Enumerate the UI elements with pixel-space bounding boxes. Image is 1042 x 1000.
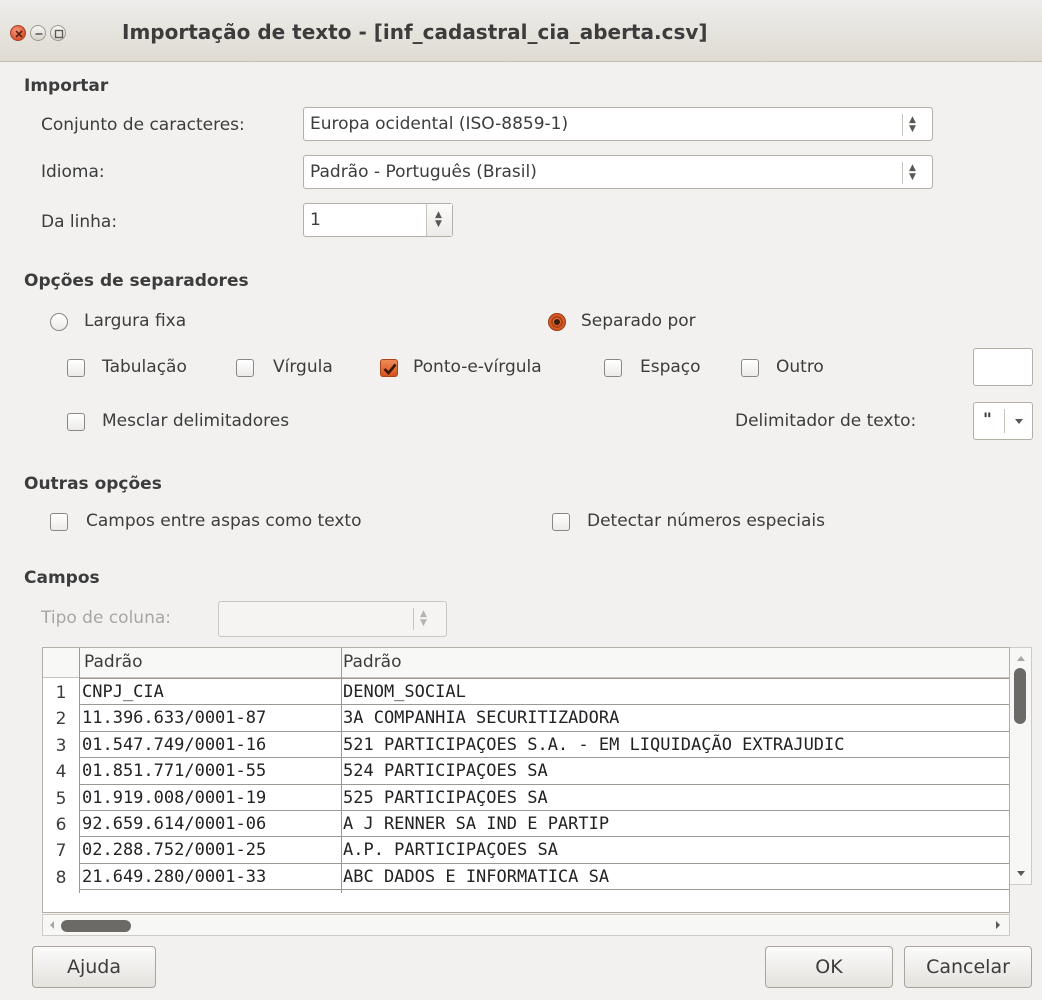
cell-denom-social: DENOM_SOCIAL [343,682,466,702]
cell-cnpj: 01.919.008/0001-19 [82,787,267,808]
window-title: Importação de texto - [inf_cadastral_cia… [122,20,708,44]
quoted-as-text-checkbox[interactable] [50,513,68,531]
comma-checkbox[interactable] [236,359,254,377]
title-bar: Importação de texto - [inf_cadastral_cia… [0,0,1042,62]
other-options-section-title: Outras opções [24,474,162,494]
row-number: 7 [55,841,67,862]
text-delimiter-dropdown-icon[interactable] [1004,409,1032,433]
cell-denom-social: 525 PARTICIPAÇOES SA [343,787,548,808]
cell-cnpj: CNPJ_CIA [82,682,164,702]
cancel-button[interactable]: Cancelar [904,946,1032,988]
from-row-value: 1 [310,210,321,230]
grid-header [43,648,1009,678]
other-separator-input[interactable] [973,348,1033,386]
minimize-window-icon[interactable] [30,25,46,41]
semicolon-label[interactable]: Ponto-e-vírgula [413,357,542,377]
other-label[interactable]: Outro [776,357,824,377]
fixed-width-label[interactable]: Largura fixa [84,311,186,331]
cell-denom-social: A J RENNER SA IND E PARTIP [343,814,610,834]
row-number: 1 [55,683,67,703]
grid-separator [79,889,1009,891]
cell-denom-social: 521 PARTICIPAÇOES S.A. - EM LIQUIDAÇÃO E… [343,734,845,755]
space-checkbox[interactable] [604,359,622,377]
semicolon-checkbox[interactable] [380,359,398,377]
comma-label[interactable]: Vírgula [273,357,333,377]
other-checkbox[interactable] [741,359,759,377]
table-row[interactable]: 1 CNPJ_CIA DENOM_SOCIAL [43,679,1009,706]
language-label: Idioma: [41,162,105,182]
charset-value: Europa ocidental (ISO-8859-1) [310,114,569,134]
charset-label: Conjunto de caracteres: [41,115,245,135]
vertical-scroll-thumb[interactable] [1014,668,1026,724]
detect-special-numbers-checkbox[interactable] [552,513,570,531]
row-number: 3 [55,735,67,756]
horizontal-scroll-thumb[interactable] [61,920,131,932]
close-window-icon[interactable] [10,25,26,41]
table-row[interactable]: 3 01.547.749/0001-16 521 PARTICIPAÇOES S.A… [43,732,1009,759]
cell-cnpj: 21.649.280/0001-33 [82,866,267,887]
column-2-header[interactable]: Padrão [343,652,402,672]
separator-section-title: Opções de separadores [24,271,249,291]
language-dropdown-icon[interactable]: ▲ ▼ [902,162,922,184]
cell-denom-social: ABC DADOS E INFORMATICA SA [343,866,610,887]
column-1-header[interactable]: Padrão [84,652,143,672]
column-type-dropdown-icon[interactable]: ▲ ▼ [413,608,433,630]
ok-button[interactable]: OK [765,946,893,988]
tab-label[interactable]: Tabulação [102,357,187,377]
charset-combo[interactable]: Europa ocidental (ISO-8859-1) ▲ ▼ [303,107,933,141]
separated-by-radio[interactable] [548,313,566,331]
cell-denom-social: 3A COMPANHIA SECURITIZADORA [343,708,620,729]
merge-delimiters-checkbox[interactable] [67,413,85,431]
merge-delimiters-label[interactable]: Mesclar delimitadores [102,411,289,431]
from-row-spinbox[interactable]: 1 ▲ ▼ [303,203,453,237]
cell-denom-social: A.P. PARTICIPAÇOES SA [343,840,558,861]
table-row[interactable]: 5 01.919.008/0001-19 525 PARTICIPAÇOES SA [43,785,1009,811]
maximize-window-icon[interactable] [50,25,66,41]
row-number: 8 [55,867,67,888]
language-value: Padrão - Português (Brasil) [310,162,537,182]
cell-cnpj: 01.547.749/0001-16 [82,734,267,755]
preview-grid[interactable]: Padrão Padrão 1 CNPJ_CIA DENOM_SOCIAL 2 11.3… [42,647,1010,913]
scroll-up-icon[interactable] [1010,650,1032,666]
table-row[interactable]: 4 01.851.771/0001-55 524 PARTICIPAÇOES SA [43,758,1009,785]
fields-section-title: Campos [24,568,100,588]
column-type-combo[interactable]: ▲ ▼ [218,601,447,637]
table-row[interactable]: 2 11.396.633/0001-87 3A COMPANHIA SECURITI… [43,705,1009,732]
table-row[interactable]: 6 92.659.614/0001-06 A J RENNER SA IND E P… [43,811,1009,838]
cell-cnpj: 92.659.614/0001-06 [82,814,267,834]
scroll-down-icon[interactable] [1010,866,1032,882]
row-number: 5 [55,788,67,809]
vertical-scrollbar[interactable] [1010,647,1032,885]
cell-cnpj: 01.851.771/0001-55 [82,761,267,782]
scroll-left-icon[interactable] [45,915,59,935]
cell-cnpj: 02.288.752/0001-25 [82,840,267,861]
row-number: 4 [55,762,67,783]
quoted-as-text-label[interactable]: Campos entre aspas como texto [86,511,362,531]
cell-denom-social: 524 PARTICIPAÇOES SA [343,761,548,782]
from-row-stepper-icon[interactable]: ▲ ▼ [426,204,452,236]
detect-special-numbers-label[interactable]: Detectar números especiais [587,511,825,531]
cell-cnpj: 11.396.633/0001-87 [82,708,267,729]
text-delimiter-combo[interactable]: " [973,402,1033,440]
tab-checkbox[interactable] [67,359,85,377]
text-delimiter-label: Delimitador de texto: [735,411,917,431]
space-label[interactable]: Espaço [640,357,701,377]
language-combo[interactable]: Padrão - Português (Brasil) ▲ ▼ [303,155,933,189]
separated-by-label[interactable]: Separado por [581,311,696,331]
table-row[interactable]: 8 21.649.280/0001-33 ABC DADOS E INFORMATI… [43,864,1009,891]
import-section-title: Importar [24,76,109,96]
table-row[interactable]: 7 02.288.752/0001-25 A.P. PARTICIPAÇOES SA [43,837,1009,864]
checkmark-icon [383,363,397,375]
help-button[interactable]: Ajuda [32,946,156,988]
text-delimiter-value: " [983,410,992,430]
row-number: 2 [55,709,67,730]
column-type-label: Tipo de coluna: [41,608,171,628]
fixed-width-radio[interactable] [50,313,68,331]
from-row-label: Da linha: [41,212,118,232]
row-number: 6 [55,815,67,835]
horizontal-scrollbar[interactable] [42,914,1010,936]
scroll-right-icon[interactable] [991,915,1005,935]
charset-dropdown-icon[interactable]: ▲ ▼ [902,114,922,136]
